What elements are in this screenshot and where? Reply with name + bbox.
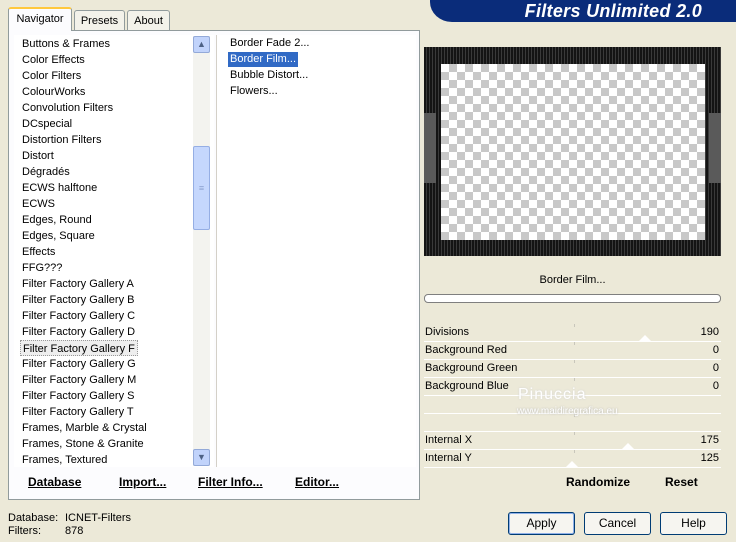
status-database-value: ICNET-Filters [65, 512, 131, 524]
param-value: 0 [712, 362, 719, 374]
tab-about[interactable]: About [127, 10, 170, 32]
internal-y-slider-knob[interactable] [565, 461, 579, 468]
category-list[interactable]: Buttons & Frames Color Effects Color Filte… [14, 35, 214, 467]
filter-item[interactable]: Border Film... [228, 52, 299, 67]
progress-bar [424, 294, 721, 303]
filter-item[interactable]: Border Fade 2... [228, 36, 312, 51]
category-item[interactable]: Filter Factory Gallery D [20, 324, 137, 340]
database-button[interactable]: Database [28, 475, 81, 493]
status-filters: Filters: 878 [8, 525, 83, 537]
filter-info-button[interactable]: Filter Info... [198, 475, 263, 493]
apply-button[interactable]: Apply [508, 512, 575, 535]
category-item[interactable]: Dégradés [20, 164, 72, 180]
filter-item[interactable]: Bubble Distort... [228, 68, 310, 83]
slider-center-tick [574, 324, 575, 327]
category-item[interactable]: Frames, Textured [20, 452, 109, 468]
category-item[interactable]: Filter Factory Gallery G [20, 356, 138, 372]
category-item[interactable]: Frames, Marble & Crystal [20, 420, 149, 436]
status-database: Database: ICNET-Filters [8, 512, 131, 524]
param-label: Internal Y [425, 452, 472, 464]
param-row[interactable]: Internal X 175 [424, 432, 721, 450]
param-label: Internal X [425, 434, 473, 446]
category-item[interactable]: DCspecial [20, 116, 74, 132]
divisions-slider-knob[interactable] [638, 335, 652, 342]
tab-navigator[interactable]: Navigator [8, 7, 72, 31]
preview-frame-right [709, 113, 721, 183]
category-item[interactable]: Distort [20, 148, 56, 164]
category-item[interactable]: Filter Factory Gallery B [20, 292, 136, 308]
preview-image [424, 47, 721, 256]
category-scrollbar[interactable]: ▲ ≡ ▼ [193, 36, 210, 466]
param-label: Background Red [425, 344, 507, 356]
status-filters-value: 878 [65, 525, 84, 537]
thumb-grip-icon: ≡ [198, 183, 205, 193]
category-item[interactable]: Filter Factory Gallery C [20, 308, 137, 324]
preview-frame-left [424, 113, 436, 183]
internal-x-slider-knob[interactable] [621, 443, 635, 450]
category-item[interactable]: Filter Factory Gallery A [20, 276, 136, 292]
scroll-up-icon[interactable]: ▲ [193, 36, 210, 53]
cancel-button[interactable]: Cancel [584, 512, 651, 535]
category-item[interactable]: Filter Factory Gallery T [20, 404, 136, 420]
category-item[interactable]: FFG??? [20, 260, 64, 276]
slider-center-tick [574, 450, 575, 453]
param-row[interactable]: Background Red 0 [424, 342, 721, 360]
tab-presets[interactable]: Presets [74, 10, 125, 32]
category-item[interactable]: Distortion Filters [20, 132, 103, 148]
status-filters-label: Filters: [8, 525, 41, 537]
current-filter-name: Border Film... [424, 268, 721, 292]
category-item[interactable]: Edges, Round [20, 212, 94, 228]
slider-center-tick [574, 342, 575, 345]
param-value: 0 [712, 344, 719, 356]
filter-list[interactable]: Border Fade 2... Border Film... Bubble Dis… [216, 35, 416, 467]
param-value: 125 [700, 452, 719, 464]
reset-button[interactable]: Reset [665, 475, 698, 493]
category-item[interactable]: Effects [20, 244, 57, 260]
watermark-site: www.maidiregrafica.eu [517, 406, 618, 417]
param-row[interactable]: Divisions 190 [424, 324, 721, 342]
category-item[interactable]: Buttons & Frames [20, 36, 112, 52]
category-item[interactable]: ECWS [20, 196, 57, 212]
param-label: Background Blue [425, 380, 509, 392]
param-row[interactable]: Background Green 0 [424, 360, 721, 378]
category-item[interactable]: Edges, Square [20, 228, 97, 244]
randomize-button[interactable]: Randomize [566, 475, 630, 493]
category-item[interactable]: Frames, Stone & Granite [20, 436, 146, 452]
watermark-name: Pinuccia [518, 386, 587, 403]
category-item[interactable]: Convolution Filters [20, 100, 115, 116]
app-title-banner: Filters Unlimited 2.0 [430, 0, 736, 22]
category-item[interactable]: Filter Factory Gallery S [20, 388, 136, 404]
filter-item[interactable]: Flowers... [228, 84, 280, 99]
param-value: 175 [700, 434, 719, 446]
import-button[interactable]: Import... [119, 475, 166, 493]
editor-button[interactable]: Editor... [295, 475, 339, 493]
scroll-down-icon[interactable]: ▼ [193, 449, 210, 466]
param-value: 190 [700, 326, 719, 338]
status-database-label: Database: [8, 512, 59, 524]
category-item[interactable]: Color Effects [20, 52, 87, 68]
category-item[interactable]: Color Filters [20, 68, 83, 84]
slider-center-tick [574, 360, 575, 363]
category-item[interactable]: ECWS halftone [20, 180, 99, 196]
transparency-checkerboard [441, 64, 705, 240]
param-label: Background Green [425, 362, 518, 374]
category-item[interactable]: ColourWorks [20, 84, 87, 100]
category-item[interactable]: Filter Factory Gallery F [20, 340, 138, 356]
param-label: Divisions [425, 326, 470, 338]
scroll-thumb[interactable]: ≡ [193, 146, 210, 230]
param-value: 0 [712, 380, 719, 392]
category-item[interactable]: Filter Factory Gallery M [20, 372, 138, 388]
slider-center-tick [574, 432, 575, 435]
slider-center-tick [574, 378, 575, 381]
help-button[interactable]: Help [660, 512, 727, 535]
